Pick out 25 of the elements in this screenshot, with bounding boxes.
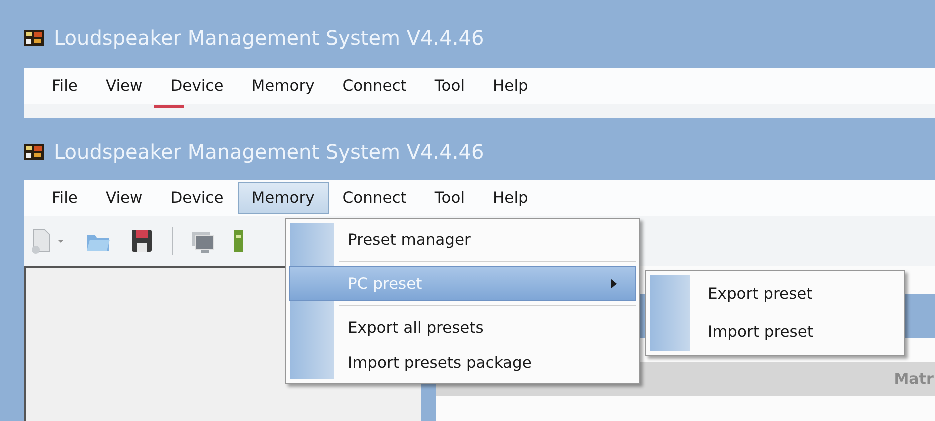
chip-icon[interactable]: [233, 227, 243, 255]
menu-item[interactable]: Memory: [238, 70, 329, 102]
window-title: Loudspeaker Management System V4.4.46: [54, 26, 484, 50]
window-title: Loudspeaker Management System V4.4.46: [54, 140, 484, 164]
submenu-arrow-icon: [611, 279, 617, 289]
menu-option[interactable]: Import preset: [650, 313, 900, 351]
menu-item[interactable]: Memory: [238, 182, 329, 214]
menu-item[interactable]: Device: [156, 70, 238, 102]
menu-item[interactable]: Connect: [328, 70, 421, 102]
menu-option[interactable]: Export all presets: [289, 310, 636, 345]
menu-item[interactable]: Connect: [328, 182, 421, 214]
menu-item[interactable]: Tool: [420, 70, 479, 102]
menu-item[interactable]: View: [92, 182, 157, 214]
menu-option[interactable]: Export preset: [650, 275, 900, 313]
menu-item[interactable]: File: [38, 182, 92, 214]
header-label: Matri: [894, 370, 935, 388]
menu-item[interactable]: Help: [479, 182, 542, 214]
menu-option[interactable]: Import presets package: [289, 345, 636, 380]
logo-icon: [24, 144, 44, 160]
logo-icon: [24, 30, 44, 46]
menu-item[interactable]: File: [38, 70, 92, 102]
menu-item[interactable]: Tool: [420, 182, 479, 214]
menu-item[interactable]: Help: [479, 70, 542, 102]
menu-item[interactable]: Device: [156, 182, 238, 214]
menu-item[interactable]: View: [92, 70, 157, 102]
